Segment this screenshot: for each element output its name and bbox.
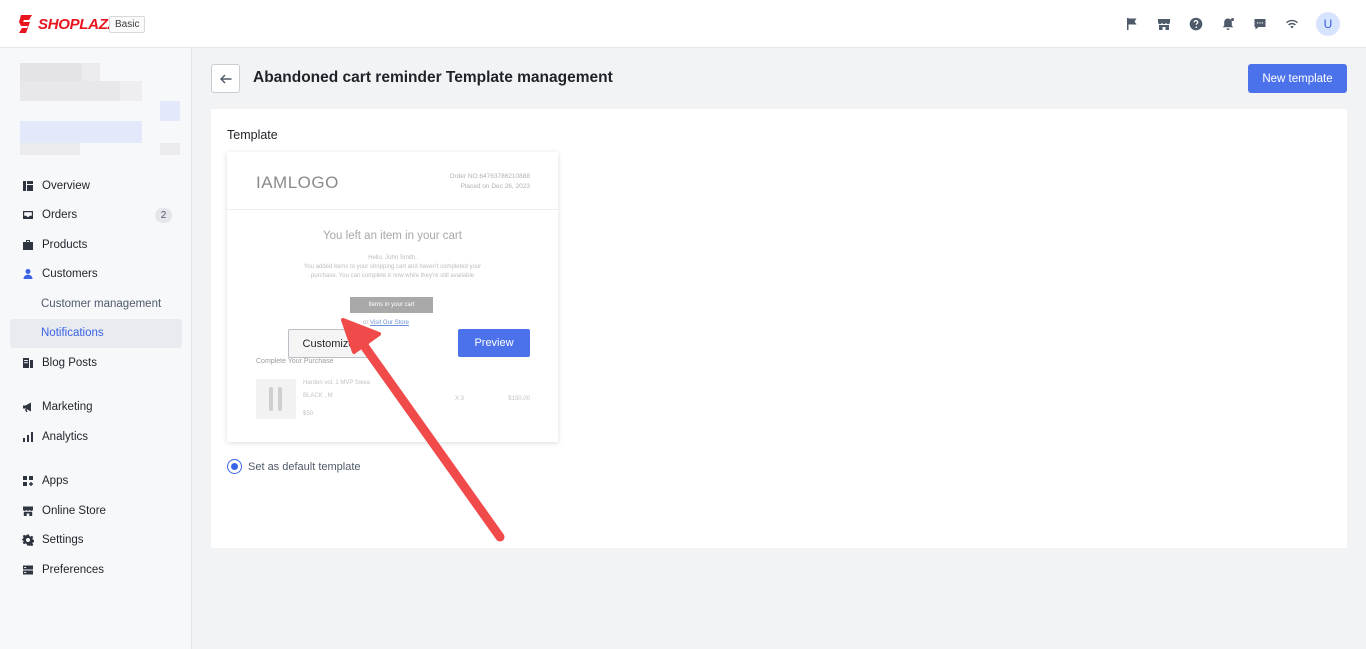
marketing-icon <box>21 401 34 414</box>
template-section-label: Template <box>227 128 278 142</box>
help-icon[interactable] <box>1180 12 1212 36</box>
preview-placed-on: Placed on Dec 26, 2023 <box>460 183 530 190</box>
sidebar-item-label: Products <box>42 238 88 251</box>
default-template-option[interactable]: Set as default template <box>227 459 361 474</box>
sidebar-item-apps[interactable]: Apps <box>10 467 182 497</box>
sidebar-item-label: Analytics <box>42 430 89 443</box>
sidebar-item-label: Blog Posts <box>42 356 97 369</box>
sidebar-item-orders[interactable]: Orders 2 <box>10 201 182 231</box>
bell-icon[interactable] <box>1212 12 1244 36</box>
preview-divider <box>227 209 558 210</box>
preview-product-variant: BLACK , M <box>303 393 333 399</box>
avatar[interactable]: U <box>1316 12 1340 36</box>
message-icon[interactable] <box>1244 12 1276 36</box>
sidebar-item-blog-posts[interactable]: Blog Posts <box>10 348 182 378</box>
plan-badge: Basic <box>109 16 146 33</box>
preview-product-total: $150.00 <box>508 396 530 402</box>
back-button[interactable] <box>211 64 240 93</box>
preview-section-title: Complete Your Purchase <box>256 358 334 365</box>
sidebar-item-label: Online Store <box>42 504 106 517</box>
sidebar-nav: Overview Orders 2 Products Customers Cus… <box>10 171 182 585</box>
sidebar-item-customer-management[interactable]: Customer management <box>10 289 182 319</box>
sidebar: Overview Orders 2 Products Customers Cus… <box>0 48 192 649</box>
template-card: Template IAMLOGO Order NO.64763786210888… <box>211 109 1347 548</box>
sidebar-item-overview[interactable]: Overview <box>10 171 182 201</box>
sidebar-item-customers[interactable]: Customers <box>10 260 182 290</box>
customers-icon <box>21 268 34 281</box>
preview-body-line: You added items to your shopping cart an… <box>303 264 482 270</box>
preview-body-line: purchase. You can complete it now while … <box>310 273 475 279</box>
sidebar-item-label: Apps <box>42 475 69 488</box>
sidebar-item-products[interactable]: Products <box>10 230 182 260</box>
products-icon <box>21 238 34 251</box>
preview-product-image <box>256 379 296 419</box>
apps-icon <box>21 475 34 488</box>
orders-count-badge: 2 <box>155 207 172 223</box>
preview-product-price: $50 <box>303 411 314 417</box>
sidebar-item-label: Notifications <box>41 327 104 340</box>
sidebar-item-label: Orders <box>42 209 78 222</box>
top-icons: U <box>1116 12 1340 36</box>
sidebar-item-label: Customers <box>42 268 98 281</box>
preview-visit-store-link: Visit Our Store <box>370 320 409 326</box>
sidebar-item-label: Preferences <box>42 563 105 576</box>
shoplazza-logo-icon <box>19 15 32 33</box>
preview-body: Hello, John Smith, You added items to yo… <box>287 254 498 281</box>
store-info-blurred <box>20 63 182 155</box>
sidebar-item-label: Overview <box>42 179 90 192</box>
preview-or-text: or <box>363 320 369 326</box>
page-title: Abandoned cart reminder Template managem… <box>253 69 613 86</box>
customize-button[interactable]: Customize <box>288 329 369 358</box>
default-template-radio[interactable] <box>227 459 242 474</box>
sidebar-item-label: Marketing <box>42 401 93 414</box>
top-bar: SHOPLAZZA Basic U <box>0 0 1366 48</box>
sidebar-item-notifications[interactable]: Notifications <box>10 318 182 348</box>
online-store-icon <box>21 504 34 517</box>
preview-button[interactable]: Preview <box>458 329 530 357</box>
arrow-left-icon <box>219 74 231 83</box>
overview-icon <box>21 179 34 192</box>
settings-icon <box>21 534 34 547</box>
default-template-label: Set as default template <box>248 460 361 473</box>
email-template-preview[interactable]: IAMLOGO Order NO.64763786210888 Placed o… <box>227 152 558 442</box>
preview-product-qty: X 3 <box>455 396 465 402</box>
flag-icon[interactable] <box>1116 12 1148 36</box>
preview-headline: You left an item in your cart <box>323 230 462 242</box>
sidebar-item-label: Customer management <box>41 297 162 310</box>
preferences-icon <box>21 563 34 576</box>
blog-icon <box>21 356 34 369</box>
preview-order-number: Order NO.64763786210888 <box>449 173 530 180</box>
analytics-icon <box>21 430 34 443</box>
preview-visit-store: or Visit Our Store <box>363 320 409 326</box>
sidebar-item-analytics[interactable]: Analytics <box>10 422 182 452</box>
preview-order-info: Order NO.64763786210888 Placed on Dec 26… <box>449 172 530 192</box>
sidebar-item-label: Settings <box>42 534 84 547</box>
sidebar-item-preferences[interactable]: Preferences <box>10 555 182 585</box>
wifi-icon[interactable] <box>1276 12 1308 36</box>
new-template-button[interactable]: New template <box>1248 64 1347 93</box>
sidebar-item-settings[interactable]: Settings <box>10 526 182 556</box>
orders-icon <box>21 209 34 222</box>
sidebar-item-online-store[interactable]: Online Store <box>10 496 182 526</box>
store-icon[interactable] <box>1148 12 1180 36</box>
preview-greeting: Hello, John Smith, <box>368 255 417 261</box>
sidebar-item-marketing[interactable]: Marketing <box>10 393 182 423</box>
preview-cta-button: Items in your cart <box>350 297 433 313</box>
preview-product-name: Harden vol. 1 MVP Swea <box>303 380 370 386</box>
preview-logo: IAMLOGO <box>256 173 339 192</box>
